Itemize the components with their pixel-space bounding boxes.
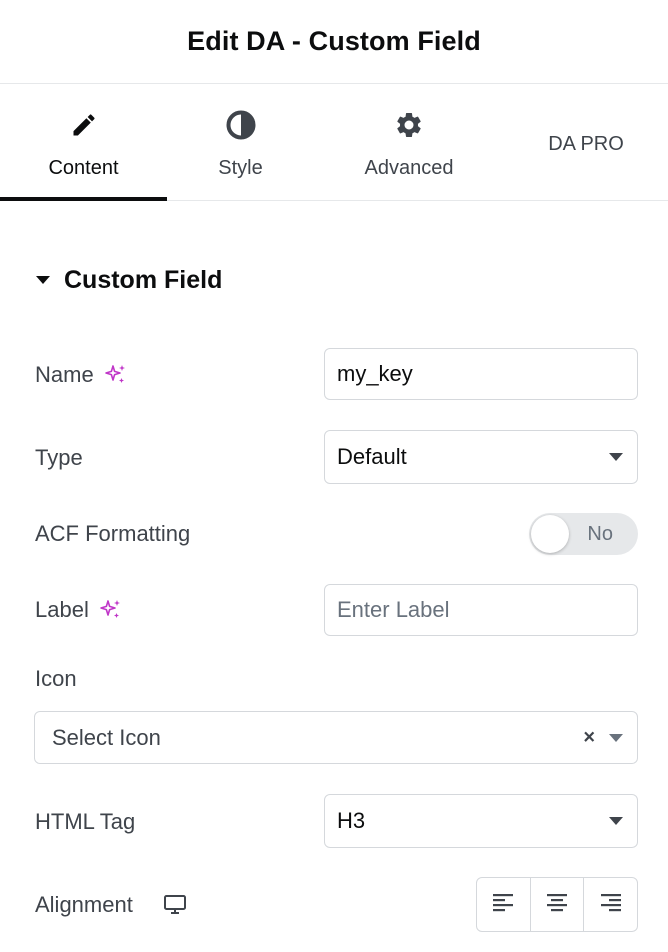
gear-icon (393, 109, 425, 141)
align-right-icon (599, 892, 623, 917)
type-row-label: Type (35, 443, 83, 473)
toggle-knob (531, 515, 569, 553)
alignment-label: Alignment (35, 892, 133, 917)
section-toggle-custom-field[interactable]: Custom Field (36, 262, 222, 298)
html-tag-label: HTML Tag (35, 809, 136, 834)
type-select-value: Default (337, 444, 407, 469)
align-left-button[interactable] (477, 878, 530, 931)
dropdown-arrow-icon (609, 453, 623, 461)
acf-formatting-label: ACF Formatting (35, 521, 191, 546)
panel-header: Edit DA - Custom Field (0, 0, 668, 84)
html-tag-select[interactable]: H3 (324, 794, 638, 848)
tab-advanced-label: Advanced (364, 157, 454, 179)
tab-da-pro-label: DA PRO (548, 133, 624, 155)
align-left-icon (491, 892, 515, 917)
icon-select-placeholder: Select Icon (52, 724, 161, 750)
type-select[interactable]: Default (324, 430, 638, 484)
name-input[interactable]: my_key (324, 348, 638, 400)
desktop-icon[interactable] (163, 894, 187, 916)
icon-label: Icon (35, 666, 77, 691)
dropdown-arrow-icon (609, 817, 623, 825)
align-center-button[interactable] (529, 878, 584, 931)
tab-content-label: Content (48, 157, 119, 179)
dropdown-arrow-icon (609, 733, 623, 742)
align-center-icon (545, 892, 569, 917)
tab-advanced[interactable]: Advanced (314, 84, 504, 200)
tab-style-label: Style (218, 157, 263, 179)
tab-da-pro[interactable]: DA PRO (504, 84, 668, 200)
tab-style[interactable]: Style (167, 84, 314, 200)
caret-down-icon (36, 276, 50, 284)
tab-content[interactable]: Content (0, 84, 167, 201)
label-input[interactable]: Enter Label (324, 584, 638, 636)
label-row-label: Label (35, 595, 123, 625)
section-title: Custom Field (64, 265, 223, 294)
html-tag-row-label: HTML Tag (35, 807, 135, 837)
icon-row-label: Icon (35, 664, 77, 694)
acf-formatting-toggle[interactable]: No (529, 513, 638, 555)
align-right-button[interactable] (583, 878, 637, 931)
icon-select[interactable]: Select Icon × (34, 711, 638, 764)
label-label: Label (35, 597, 89, 622)
html-tag-select-value: H3 (337, 808, 366, 833)
name-label: Name (35, 362, 94, 387)
dynamic-tags-icon[interactable] (99, 598, 123, 622)
toggle-state-text: No (587, 523, 613, 545)
type-label: Type (35, 445, 83, 470)
alignment-control (476, 877, 638, 932)
half-circle-icon (225, 109, 257, 141)
acf-row-label: ACF Formatting (35, 519, 190, 549)
alignment-row-label: Alignment (35, 890, 187, 920)
dynamic-tags-icon[interactable] (104, 363, 128, 387)
name-input-value: my_key (337, 361, 413, 386)
panel-tabs: Content Style Advanced DA PRO (0, 84, 668, 201)
panel-title: Edit DA - Custom Field (187, 26, 481, 56)
name-row-label: Name (35, 360, 128, 390)
label-input-placeholder: Enter Label (337, 597, 450, 622)
pencil-icon (68, 109, 100, 141)
clear-icon[interactable]: × (583, 726, 595, 749)
